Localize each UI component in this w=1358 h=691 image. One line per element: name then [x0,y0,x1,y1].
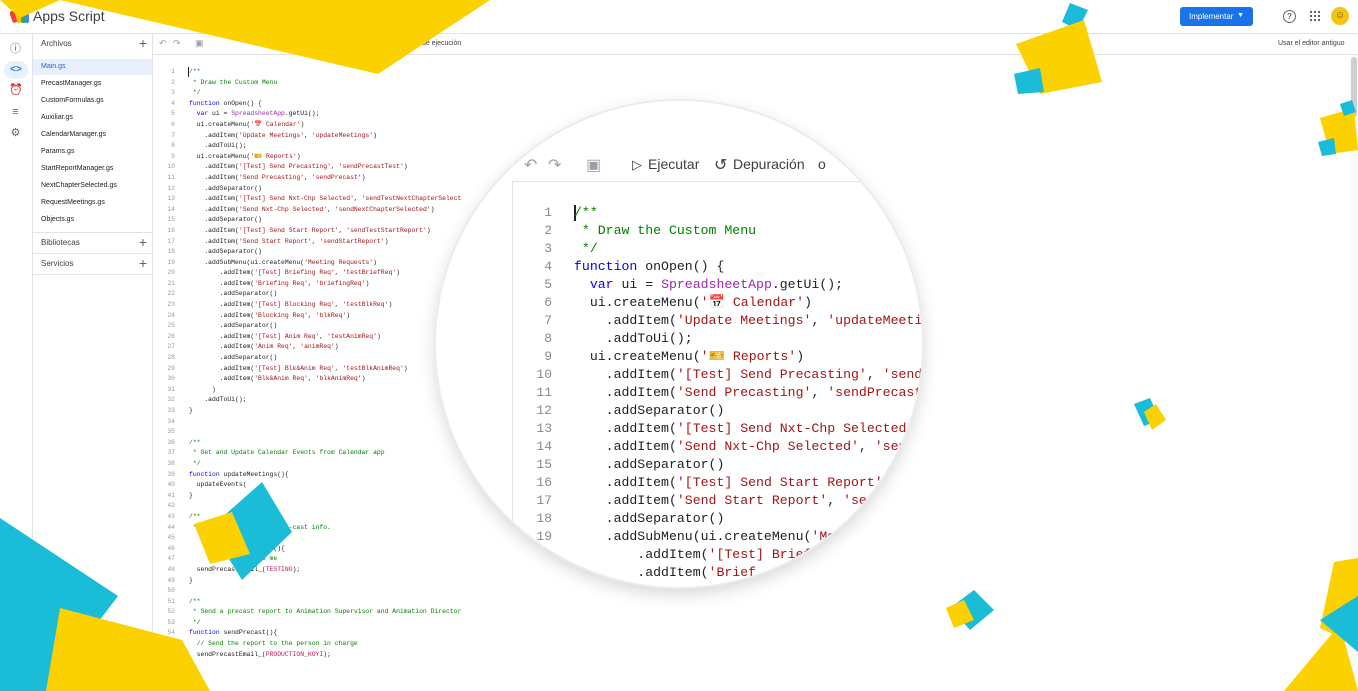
alarm-clock-icon[interactable]: ⏰ [9,84,23,97]
undo-icon[interactable]: ↶ [524,155,537,175]
apps-script-logo [10,8,29,23]
avatar[interactable]: ☺ [1331,7,1349,25]
file-item[interactable]: CustomFormulas.gs [33,93,152,109]
save-icon[interactable]: ▣ [586,155,601,175]
libraries-section-header: Bibliotecas + [33,233,152,253]
top-app-bar: Apps Script Implementar ▼ ? ☺ [0,0,1358,34]
file-item[interactable]: Params.gs [33,144,152,160]
divider [512,181,513,587]
debug-button[interactable]: Depuración [733,156,805,172]
magnifier-zoom: ↶ ↷ ▣ ▷ Ejecutar ↺ Depuración o 12345678… [436,101,922,587]
file-item[interactable]: RequestMeetings.gs [33,195,152,211]
file-name: Auxiliar.gs [41,114,73,121]
deploy-label: Implementar [1189,12,1234,21]
file-name: Main.gs [41,63,66,70]
code-editor-icon[interactable]: <> [4,61,28,79]
file-name: StartReportManager.gs [41,165,114,172]
code-content[interactable]: /** * Draw the Custom Menu */ function o… [189,67,461,671]
editor-scrollbar[interactable] [1350,55,1358,691]
file-name: CalendarManager.gs [41,131,106,138]
line-numbers: 1 2 3 4 5 6 7 8 9 10 11 12 13 14 15 16 17 18 19 20 21 22 23 24 2… [167,68,175,669]
file-item[interactable]: Objects.gs [33,212,152,228]
file-item[interactable]: PrecastManager.gs [33,76,152,92]
divider [512,181,922,182]
executions-list-icon[interactable]: ≡ [9,106,22,119]
editor-toolbar: ↶ ↷ ▣ egistro de ejecución Usar el edito… [153,34,1358,55]
file-name: Params.gs [41,148,75,155]
deploy-button[interactable]: Implementar ▼ [1180,7,1253,26]
divider [33,274,152,275]
file-item-main[interactable]: Main.gs [33,59,152,75]
redo-icon[interactable]: ↷ [548,155,561,175]
file-name: CustomFormulas.gs [41,97,104,104]
files-panel: Archivos + Main.gs PrecastManager.gs Cus… [33,34,153,691]
undo-icon[interactable]: ↶ [159,38,167,49]
save-icon[interactable]: ▣ [195,38,204,49]
file-name: RequestMeetings.gs [41,199,105,206]
file-name: PrecastManager.gs [41,80,102,87]
zoomed-toolbar: ↶ ↷ ▣ ▷ Ejecutar ↺ Depuración o [436,101,922,181]
file-item[interactable]: CalendarManager.gs [33,127,152,143]
files-section-label: Archivos [41,39,72,48]
info-icon[interactable]: ⓘ [9,43,22,56]
file-item[interactable]: Auxiliar.gs [33,110,152,126]
google-apps-icon[interactable] [1310,11,1320,21]
services-section-header: Servicios + [33,254,152,274]
services-label: Servicios [41,259,74,268]
use-legacy-editor-link[interactable]: Usar el editor antiguo [1278,40,1345,47]
toolbar-overflow-label[interactable]: o [818,156,826,172]
zoomed-line-numbers: 1 2 3 4 5 6 7 8 9 10 11 12 13 14 15 16 17 18 19 [536,205,552,544]
app-title: Apps Script [33,8,105,24]
execution-log-button[interactable]: egistro de ejecución [399,40,461,47]
left-nav-rail: ⓘ <> ⏰ ≡ ⚙ [0,34,33,691]
debug-icon[interactable]: ↺ [714,155,727,175]
scrollbar-thumb[interactable] [1351,57,1357,117]
add-library-plus-icon[interactable]: + [139,234,147,250]
file-name: NextChapterSelected.gs [41,182,117,189]
add-service-plus-icon[interactable]: + [139,255,147,271]
zoomed-code-content: /** * Draw the Custom Menu */ function o… [574,205,922,580]
libraries-label: Bibliotecas [41,238,80,247]
file-name: Objects.gs [41,216,75,223]
file-item[interactable]: StartReportManager.gs [33,161,152,177]
add-file-plus-icon[interactable]: + [139,35,147,51]
file-item[interactable]: NextChapterSelected.gs [33,178,152,194]
redo-icon[interactable]: ↷ [173,38,181,49]
chevron-down-icon[interactable]: ▼ [1237,12,1244,19]
run-button[interactable]: Ejecutar [648,156,699,172]
help-icon[interactable]: ? [1283,10,1296,23]
gear-icon[interactable]: ⚙ [9,127,22,140]
play-icon[interactable]: ▷ [632,157,642,173]
files-section-header: Archivos + [33,34,152,54]
